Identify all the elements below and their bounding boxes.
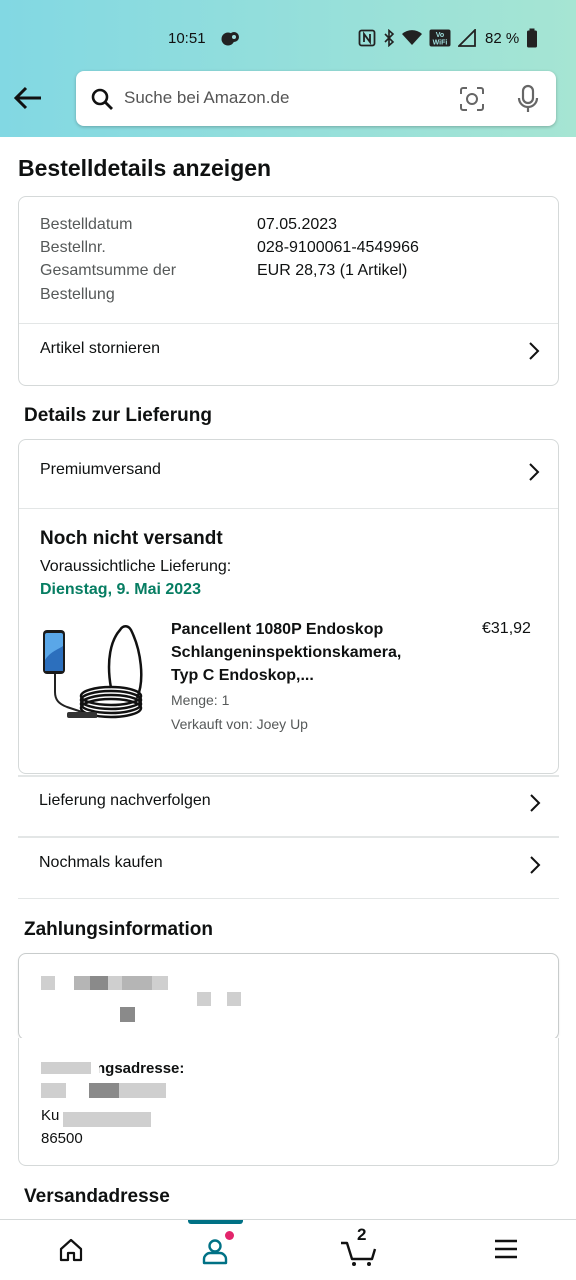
order-total-label: Gesamtsumme der xyxy=(40,262,177,279)
vowifi-icon: Vo WiFi xyxy=(429,29,451,47)
status-bar: 10:51 Vo WiFi 82 % xyxy=(0,28,576,50)
product-title-line: Pancellent 1080P Endoskop xyxy=(171,621,384,638)
redacted-block xyxy=(89,1083,119,1098)
notification-dot xyxy=(225,1231,234,1240)
delivery-card: Premiumversand Noch nicht versandt Vorau… xyxy=(18,439,559,774)
top-bar: 10:51 Vo WiFi 82 % xyxy=(0,0,576,137)
signal-icon xyxy=(458,29,476,47)
order-number-value: 028-9100061-4549966 xyxy=(257,239,419,256)
product-title[interactable]: Pancellent 1080P Endoskop Schlangeninspe… xyxy=(171,618,441,687)
chevron-right-icon xyxy=(529,342,540,360)
product-title-line: Typ C Endoskop,... xyxy=(171,667,314,684)
nfc-icon xyxy=(358,29,376,47)
microphone-icon[interactable] xyxy=(516,84,540,114)
payment-method-card[interactable] xyxy=(18,953,559,1040)
divider xyxy=(18,898,559,899)
shipment-status: Noch nicht versandt xyxy=(40,528,223,549)
shipping-method-label: Premiumversand xyxy=(40,461,161,478)
wifi-icon xyxy=(402,30,422,45)
order-date-value: 07.05.2023 xyxy=(257,216,338,233)
nav-account[interactable] xyxy=(165,1220,265,1280)
track-delivery-label: Lieferung nachverfolgen xyxy=(39,792,211,809)
payment-section-title: Zahlungsinformation xyxy=(24,919,213,940)
bluetooth-icon xyxy=(384,29,395,47)
buy-again-link[interactable]: Nochmals kaufen xyxy=(18,835,559,897)
shipping-method-link[interactable]: Premiumversand xyxy=(19,442,558,504)
redacted-block xyxy=(63,1112,151,1127)
order-summary-card: Bestelldatum 07.05.2023 Bestellnr. 028-9… xyxy=(18,196,559,386)
order-total-value: EUR 28,73 (1 Artikel) xyxy=(257,262,408,279)
home-icon xyxy=(59,1238,83,1262)
redacted-block xyxy=(120,1007,135,1022)
battery-icon xyxy=(527,28,538,48)
redacted-block xyxy=(122,976,152,990)
account-icon xyxy=(202,1239,228,1265)
search-bar[interactable] xyxy=(76,71,556,126)
product-title-line: Schlangeninspektionskamera, xyxy=(171,644,402,661)
redacted-block xyxy=(119,1083,166,1098)
nav-menu[interactable] xyxy=(455,1220,555,1280)
billing-address-card: Rechnungsadresse: Ku 86500 xyxy=(18,1038,559,1166)
chevron-right-icon xyxy=(530,856,541,874)
page-title: Bestelldetails anzeigen xyxy=(18,155,272,181)
bottom-navigation: 2 xyxy=(0,1219,576,1280)
svg-text:Vo: Vo xyxy=(436,32,444,39)
cancel-items-label: Artikel stornieren xyxy=(40,340,161,357)
menu-icon xyxy=(495,1239,517,1259)
nav-home[interactable] xyxy=(20,1220,120,1280)
shipping-address-section-title: Versandadresse xyxy=(24,1186,170,1207)
redacted-block xyxy=(227,992,241,1006)
order-date-label: Bestelldatum xyxy=(40,216,133,233)
redacted-block xyxy=(197,992,211,1006)
billing-address-line: Ku xyxy=(41,1107,60,1124)
eta-label: Voraussichtliche Lieferung: xyxy=(40,558,232,575)
back-arrow-icon[interactable] xyxy=(12,84,44,112)
redacted-block xyxy=(41,1062,91,1074)
product-seller: Verkauft von: Joey Up xyxy=(171,716,308,732)
buy-again-label: Nochmals kaufen xyxy=(39,854,163,871)
order-total-label-line2: Bestellung xyxy=(40,286,115,303)
status-time: 10:51 xyxy=(168,30,206,47)
redacted-block xyxy=(90,976,108,990)
cart-count-badge: 2 xyxy=(357,1225,367,1244)
redacted-block xyxy=(41,1083,66,1098)
svg-text:WiFi: WiFi xyxy=(433,40,448,47)
chevron-right-icon xyxy=(529,463,540,481)
cancel-items-link[interactable]: Artikel stornieren xyxy=(19,321,558,383)
product-quantity: Menge: 1 xyxy=(171,692,230,708)
eta-date: Dienstag, 9. Mai 2023 xyxy=(40,581,201,598)
divider xyxy=(19,508,558,509)
track-delivery-link[interactable]: Lieferung nachverfolgen xyxy=(18,773,559,835)
battery-percent: 82 % xyxy=(485,29,520,47)
camera-scan-icon[interactable] xyxy=(459,86,485,112)
search-icon xyxy=(91,88,113,110)
product-price: €31,92 xyxy=(482,620,531,637)
chevron-right-icon xyxy=(530,794,541,812)
status-icons: Vo WiFi 82 % xyxy=(358,28,538,48)
search-input[interactable] xyxy=(124,84,444,112)
redacted-block xyxy=(74,976,90,990)
redacted-block xyxy=(41,976,55,990)
product-image[interactable] xyxy=(41,620,146,730)
notification-icon xyxy=(221,32,239,46)
billing-address-zip: 86500 xyxy=(41,1130,83,1147)
delivery-section-title: Details zur Lieferung xyxy=(24,405,212,426)
order-number-label: Bestellnr. xyxy=(40,239,106,256)
